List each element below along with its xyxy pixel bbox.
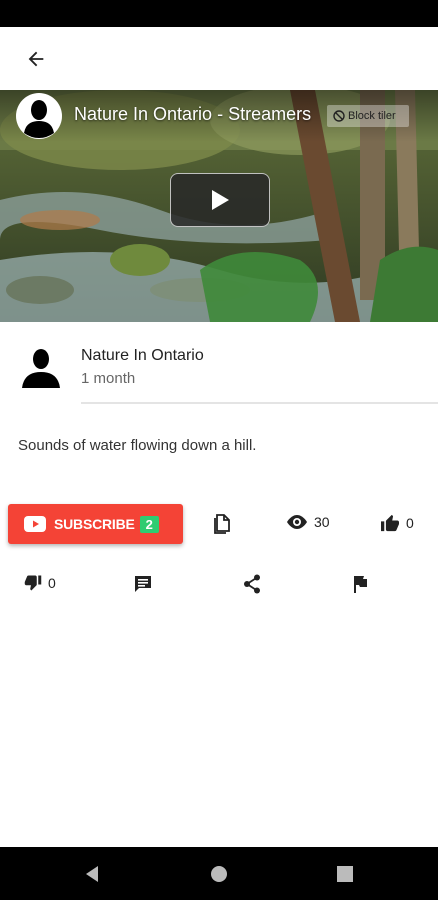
system-nav-bar [0,847,438,900]
video-channel-avatar[interactable] [16,93,62,139]
block-tiler-button[interactable]: Block tiler [327,105,409,127]
copy-icon [214,514,230,534]
video-description: Sounds of water flowing down a hill. [18,437,257,454]
like-button[interactable]: 0 [380,514,414,532]
subscribe-label: SUBSCRIBE [54,516,135,532]
comment-icon [135,576,151,592]
nav-back-button[interactable] [78,860,106,888]
views-count: 30 [314,514,330,530]
divider [81,402,438,404]
dislike-button[interactable]: 0 [24,574,56,592]
video-title: Nature In Ontario - Streamers [74,104,312,124]
share-button[interactable] [243,574,261,594]
play-icon [212,190,229,210]
block-icon [333,110,345,122]
copy-button[interactable] [213,514,231,534]
block-tiler-label: Block tiler [348,110,396,122]
status-bar [0,0,438,27]
thumb-down-icon [24,575,42,591]
subscribe-button[interactable]: SUBSCRIBE 2 [8,504,183,544]
home-circle-icon [211,866,227,882]
recents-square-icon [337,866,353,882]
likes-count: 0 [406,515,414,531]
views-counter: 30 [286,514,330,530]
back-arrow-icon [28,51,44,67]
eye-icon [287,515,307,529]
person-icon [18,95,60,138]
nav-home-button[interactable] [205,860,233,888]
report-button[interactable] [352,575,368,593]
channel-row[interactable]: Nature In Ontario 1 month [0,322,438,404]
subscriber-count-badge: 2 [139,515,159,533]
comment-button[interactable] [134,575,152,593]
youtube-icon [24,516,46,532]
app-bar [0,27,438,90]
share-icon [244,574,260,594]
back-button[interactable] [16,42,56,76]
channel-name: Nature In Ontario [81,347,204,364]
flag-icon [354,576,367,593]
person-icon [22,349,60,388]
thumb-up-icon [381,514,399,532]
nav-recents-button[interactable] [331,860,359,888]
dislikes-count: 0 [48,575,56,591]
triangle-back-icon [86,866,98,882]
play-button[interactable] [170,173,270,227]
video-player[interactable]: Nature In Ontario - Streamers Block tile… [0,90,438,322]
upload-time: 1 month [81,370,136,387]
